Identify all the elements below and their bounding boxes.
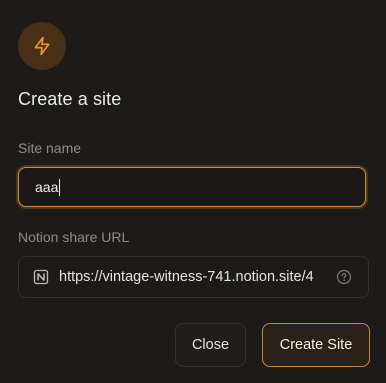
close-button[interactable]: Close <box>175 323 246 367</box>
site-name-value: aaa <box>35 179 59 195</box>
dialog-icon-badge <box>18 22 66 70</box>
notion-url-input[interactable]: https://vintage-witness-741.notion.site/… <box>18 256 369 298</box>
notion-logo-icon <box>33 269 49 285</box>
question-circle-icon[interactable] <box>336 269 352 285</box>
create-site-button[interactable]: Create Site <box>262 323 370 367</box>
text-caret <box>59 178 61 196</box>
lightning-bolt-icon <box>34 36 50 56</box>
create-site-dialog: Create a site Site name aaa Notion share… <box>0 0 386 383</box>
site-name-input[interactable]: aaa <box>18 167 366 207</box>
dialog-title: Create a site <box>18 89 122 109</box>
notion-url-value: https://vintage-witness-741.notion.site/… <box>59 269 314 285</box>
notion-url-label: Notion share URL <box>18 229 130 245</box>
site-name-label: Site name <box>18 140 82 156</box>
